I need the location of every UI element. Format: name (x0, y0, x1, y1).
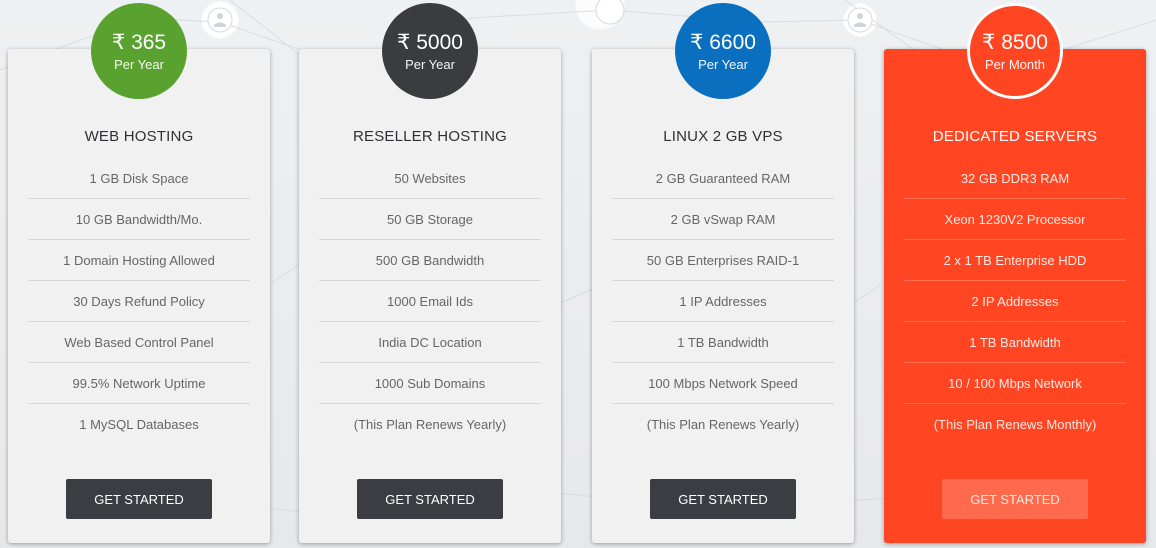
feature-item: 2 GB vSwap RAM (612, 199, 834, 240)
feature-item: 1 GB Disk Space (28, 158, 250, 199)
feature-item: India DC Location (319, 322, 541, 363)
plan-title: LINUX 2 GB VPS (663, 128, 783, 145)
feature-item: 2 x 1 TB Enterprise HDD (904, 240, 1126, 281)
feature-item: (This Plan Renews Yearly) (646, 417, 800, 432)
feature-item: 1 TB Bandwidth (612, 322, 834, 363)
feature-item: (This Plan Renews Yearly) (353, 417, 507, 432)
feature-item: 10 / 100 Mbps Network (904, 363, 1126, 404)
get-started-button[interactable]: GET STARTED (66, 479, 212, 519)
feature-item: 1 IP Addresses (612, 281, 834, 322)
billing-period: Per Year (698, 57, 748, 72)
feature-item: 50 GB Enterprises RAID-1 (612, 240, 834, 281)
plan-card-dedicated-servers: ₹ 8500 Per Month DEDICATED SERVERS 32 GB… (884, 3, 1146, 543)
feature-item: 100 Mbps Network Speed (612, 363, 834, 404)
get-started-button[interactable]: GET STARTED (942, 479, 1088, 519)
feature-list: 50 Websites 50 GB Storage 500 GB Bandwid… (319, 158, 541, 445)
price-badge: ₹ 5000 Per Year (382, 3, 478, 99)
feature-item: 500 GB Bandwidth (319, 240, 541, 281)
feature-list: 32 GB DDR3 RAM Xeon 1230V2 Processor 2 x… (904, 158, 1126, 445)
price-badge: ₹ 6600 Per Year (675, 3, 771, 99)
feature-item: 1 Domain Hosting Allowed (28, 240, 250, 281)
feature-item: 30 Days Refund Policy (28, 281, 250, 322)
feature-item: 2 GB Guaranteed RAM (612, 158, 834, 199)
billing-period: Per Year (114, 57, 164, 72)
plan-card-reseller-hosting: ₹ 5000 Per Year RESELLER HOSTING 50 Webs… (299, 3, 561, 543)
price-badge: ₹ 8500 Per Month (967, 3, 1063, 99)
plan-price: ₹ 365 (111, 31, 167, 54)
feature-item: 32 GB DDR3 RAM (904, 158, 1126, 199)
feature-item: 1 TB Bandwidth (904, 322, 1126, 363)
price-badge: ₹ 365 Per Year (91, 3, 187, 99)
billing-period: Per Year (405, 57, 455, 72)
feature-item: 1000 Email Ids (319, 281, 541, 322)
feature-list: 1 GB Disk Space 10 GB Bandwidth/Mo. 1 Do… (28, 158, 250, 445)
billing-period: Per Month (985, 57, 1045, 72)
plan-price: ₹ 5000 (397, 31, 463, 54)
feature-item: 50 GB Storage (319, 199, 541, 240)
feature-item: 2 IP Addresses (904, 281, 1126, 322)
plan-card-web-hosting: ₹ 365 Per Year WEB HOSTING 1 GB Disk Spa… (8, 3, 270, 543)
feature-item: Web Based Control Panel (28, 322, 250, 363)
feature-item: 50 Websites (319, 158, 541, 199)
plan-title: DEDICATED SERVERS (932, 128, 1098, 145)
plan-card-linux-vps: ₹ 6600 Per Year LINUX 2 GB VPS 2 GB Guar… (592, 3, 854, 543)
feature-item: 1 MySQL Databases (79, 417, 199, 432)
plan-price: ₹ 8500 (982, 31, 1048, 54)
feature-item: Xeon 1230V2 Processor (904, 199, 1126, 240)
pricing-plans: ₹ 365 Per Year WEB HOSTING 1 GB Disk Spa… (0, 0, 1156, 548)
feature-item: 1000 Sub Domains (319, 363, 541, 404)
plan-title: WEB HOSTING (84, 128, 194, 145)
get-started-button[interactable]: GET STARTED (650, 479, 796, 519)
feature-item: (This Plan Renews Monthly) (933, 417, 1097, 432)
feature-item: 99.5% Network Uptime (28, 363, 250, 404)
plan-price: ₹ 6600 (690, 31, 756, 54)
plan-title: RESELLER HOSTING (352, 128, 508, 145)
feature-item: 10 GB Bandwidth/Mo. (28, 199, 250, 240)
get-started-button[interactable]: GET STARTED (357, 479, 503, 519)
feature-list: 2 GB Guaranteed RAM 2 GB vSwap RAM 50 GB… (612, 158, 834, 445)
